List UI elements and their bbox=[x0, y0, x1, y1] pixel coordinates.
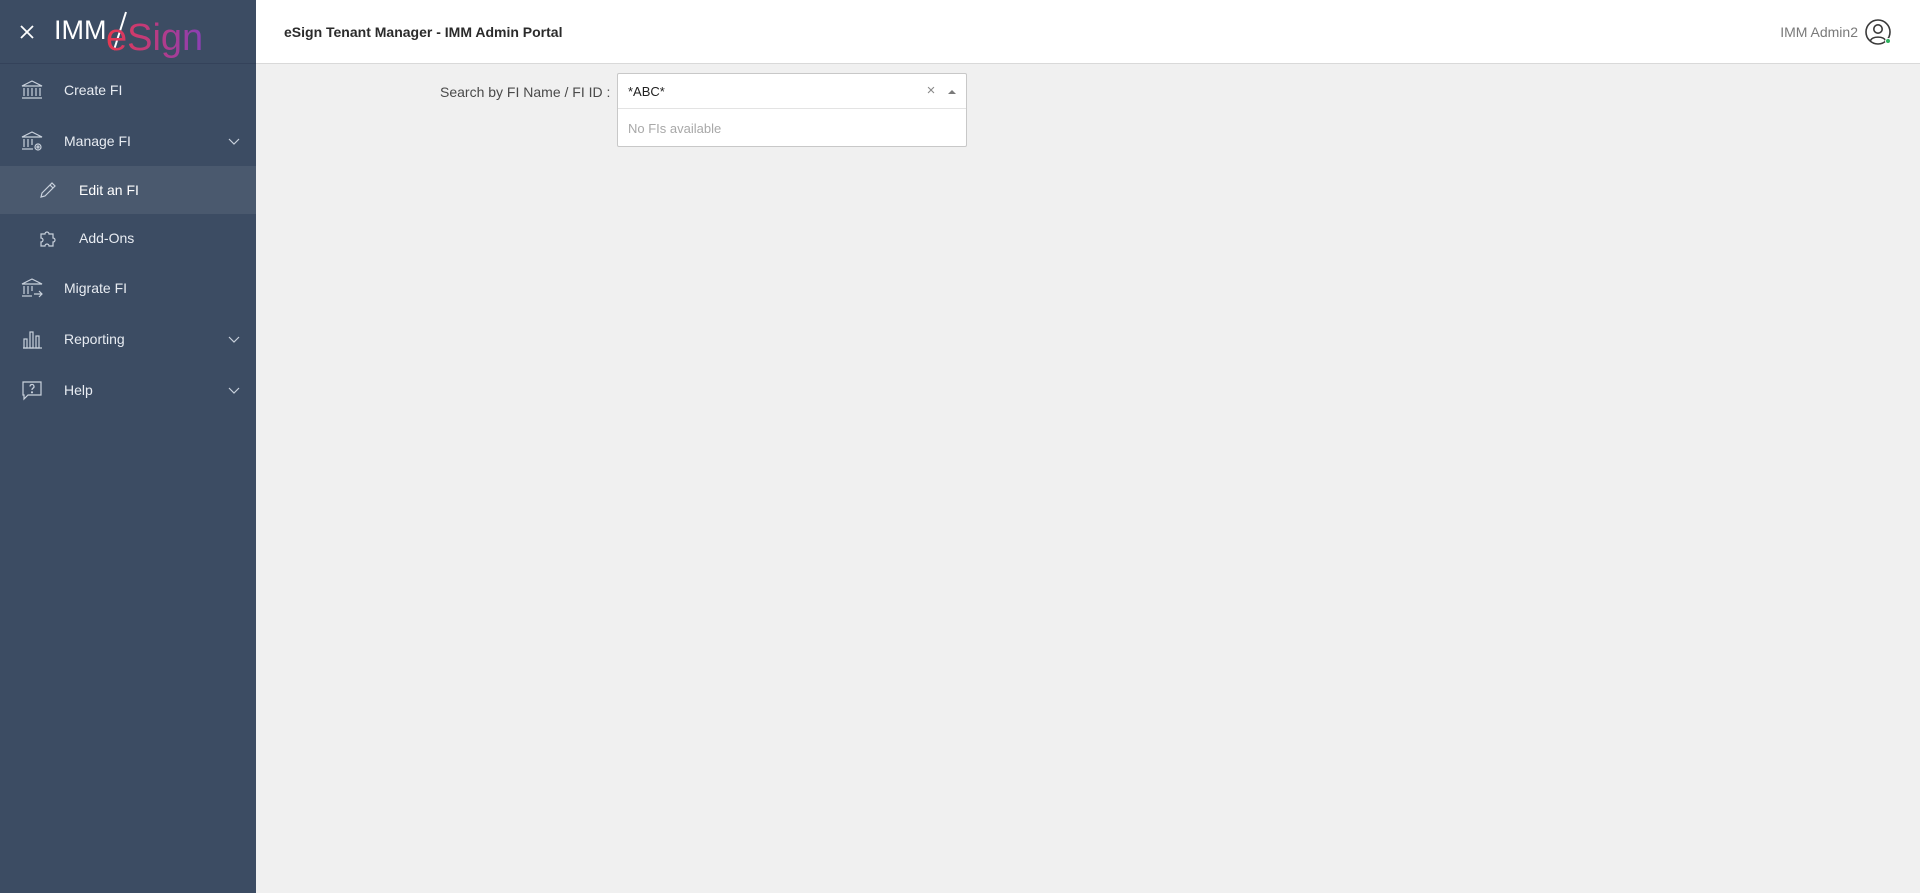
bank-gear-icon bbox=[20, 129, 44, 153]
sidebar-item-create-fi[interactable]: Create FI bbox=[0, 64, 256, 115]
fi-search-input[interactable] bbox=[618, 74, 908, 108]
chevron-down-icon bbox=[228, 138, 240, 145]
sidebar: IMM eSign Create FI Manage FI Edit an FI… bbox=[0, 0, 256, 893]
chevron-down-icon bbox=[228, 336, 240, 343]
clear-search-button[interactable]: × bbox=[924, 83, 938, 99]
search-input-row: × bbox=[618, 74, 966, 109]
user-name: IMM Admin2 bbox=[1780, 24, 1858, 40]
sidebar-item-label: Migrate FI bbox=[64, 279, 128, 296]
no-results-message: No FIs available bbox=[628, 120, 722, 136]
user-avatar-icon bbox=[1864, 18, 1892, 46]
page-title: eSign Tenant Manager - IMM Admin Portal bbox=[284, 23, 563, 40]
sidebar-item-label: Manage FI bbox=[64, 132, 131, 149]
fi-search-combobox: × No FIs available bbox=[617, 73, 967, 147]
puzzle-icon bbox=[36, 226, 60, 250]
help-bubble-icon bbox=[20, 378, 44, 402]
sidebar-subitem-edit-an-fi[interactable]: Edit an FI bbox=[0, 166, 256, 214]
top-header: eSign Tenant Manager - IMM Admin Portal … bbox=[256, 0, 1920, 64]
svg-text:IMM: IMM bbox=[54, 15, 106, 45]
imm-esign-logo: IMM eSign bbox=[54, 0, 214, 64]
sidebar-item-label: Add-Ons bbox=[79, 230, 135, 246]
sidebar-item-label: Help bbox=[64, 381, 93, 398]
sidebar-item-label: Reporting bbox=[64, 330, 125, 347]
svg-text:eSign: eSign bbox=[106, 17, 203, 58]
sidebar-item-migrate-fi[interactable]: Migrate FI bbox=[0, 262, 256, 313]
bar-chart-icon bbox=[20, 327, 44, 351]
close-icon bbox=[20, 24, 34, 39]
bank-icon bbox=[20, 78, 44, 102]
user-menu[interactable]: IMM Admin2 bbox=[1780, 0, 1892, 64]
search-label: Search by FI Name / FI ID : bbox=[440, 84, 611, 100]
sidebar-subitem-add-ons[interactable]: Add-Ons bbox=[0, 214, 256, 262]
sidebar-item-reporting[interactable]: Reporting bbox=[0, 313, 256, 364]
pencil-icon bbox=[36, 178, 60, 202]
online-status-dot bbox=[1885, 38, 1891, 44]
sidebar-item-help[interactable]: Help bbox=[0, 364, 256, 415]
sidebar-item-label: Create FI bbox=[64, 81, 123, 98]
caret-up-icon[interactable] bbox=[946, 87, 958, 97]
close-menu-button[interactable] bbox=[0, 0, 54, 64]
chevron-down-icon bbox=[228, 387, 240, 394]
sidebar-header: IMM eSign bbox=[0, 0, 256, 64]
sidebar-item-manage-fi[interactable]: Manage FI bbox=[0, 115, 256, 166]
bank-arrow-icon bbox=[20, 276, 44, 300]
sidebar-item-label: Edit an FI bbox=[79, 182, 139, 198]
